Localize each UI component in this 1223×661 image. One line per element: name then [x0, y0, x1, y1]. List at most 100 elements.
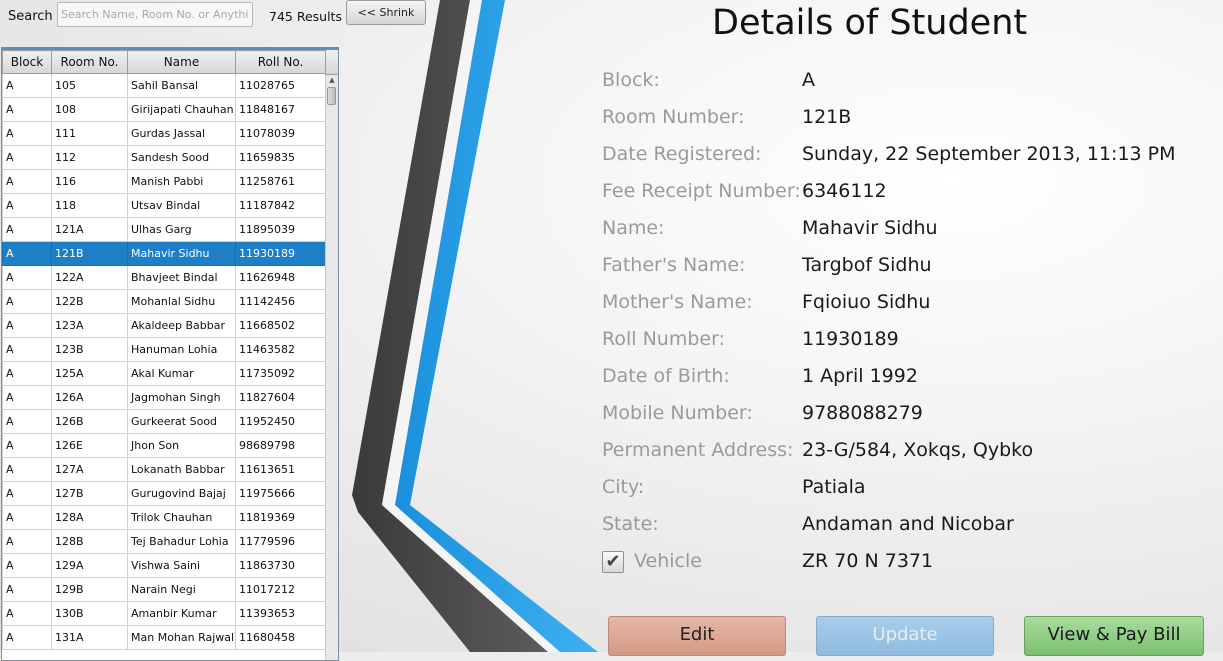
- table-row[interactable]: A 126B Gurkeerat Sood 11952450: [2, 409, 326, 434]
- table-row[interactable]: A 118 Utsav Bindal 11187842: [2, 193, 326, 218]
- column-header-room[interactable]: Room No.: [51, 50, 128, 74]
- cell-room: 122B: [51, 289, 128, 314]
- scroll-up-icon[interactable]: ▲: [326, 75, 338, 85]
- cell-name: Tej Bahadur Lohia: [127, 529, 236, 554]
- column-header-name[interactable]: Name: [127, 50, 236, 74]
- vehicle-checkbox[interactable]: ✔: [602, 551, 624, 573]
- table-row[interactable]: A 121B Mahavir Sidhu 11930189: [2, 241, 326, 266]
- detail-label: Father's Name:: [602, 254, 746, 276]
- cell-room: 111: [51, 121, 128, 146]
- cell-block: A: [2, 625, 52, 650]
- detail-value: 6346112: [802, 180, 887, 202]
- cell-name: Ulhas Garg: [127, 217, 236, 242]
- detail-value: Targbof Sidhu: [802, 254, 932, 276]
- search-label: Search: [8, 9, 53, 24]
- cell-roll: 11779596: [235, 529, 326, 554]
- cell-name: Jagmohan Singh: [127, 385, 236, 410]
- detail-value: Andaman and Nicobar: [802, 513, 1014, 535]
- cell-room: 123B: [51, 337, 128, 362]
- cell-room: 122A: [51, 265, 128, 290]
- cell-roll: 11017212: [235, 577, 326, 602]
- edit-button[interactable]: Edit: [608, 616, 786, 656]
- cell-roll: 11735092: [235, 361, 326, 386]
- cell-name: Mahavir Sidhu: [127, 241, 236, 266]
- cell-block: A: [2, 361, 52, 386]
- cell-name: Bhavjeet Bindal: [127, 265, 236, 290]
- table-row[interactable]: A 126E Jhon Son 98689798: [2, 433, 326, 458]
- table-row[interactable]: A 111 Gurdas Jassal 11078039: [2, 121, 326, 146]
- cell-room: 131A: [51, 625, 128, 650]
- table-row[interactable]: A 131A Man Mohan Rajwal 11680458: [2, 625, 326, 650]
- table-row[interactable]: A 130B Amanbir Kumar 11393653: [2, 601, 326, 626]
- detail-label: Date of Birth:: [602, 365, 730, 387]
- table-header-row: Block Room No. Name Roll No.: [2, 50, 326, 74]
- cell-roll: 11463582: [235, 337, 326, 362]
- detail-label: Block:: [602, 69, 660, 91]
- cell-roll: 11895039: [235, 217, 326, 242]
- scrollbar-corner: [325, 50, 338, 75]
- cell-block: A: [2, 313, 52, 338]
- cell-roll: 11659835: [235, 145, 326, 170]
- table-row[interactable]: A 123B Hanuman Lohia 11463582: [2, 337, 326, 362]
- table-row[interactable]: A 122B Mohanlal Sidhu 11142456: [2, 289, 326, 314]
- cell-roll: 11258761: [235, 169, 326, 194]
- table-row[interactable]: A 112 Sandesh Sood 11659835: [2, 145, 326, 170]
- cell-block: A: [2, 553, 52, 578]
- table-row[interactable]: A 129A Vishwa Saini 11863730: [2, 553, 326, 578]
- table-row[interactable]: A 127B Gurugovind Bajaj 11975666: [2, 481, 326, 506]
- detail-value: 23-G/584, Xokqs, Qybko: [802, 439, 1034, 461]
- table-row[interactable]: A 108 Girijapati Chauhan 11848167: [2, 97, 326, 122]
- table-row[interactable]: A 105 Sahil Bansal 11028765: [2, 73, 326, 98]
- table-row[interactable]: A 125A Akal Kumar 11735092: [2, 361, 326, 386]
- table-row[interactable]: A 128B Tej Bahadur Lohia 11779596: [2, 529, 326, 554]
- cell-block: A: [2, 217, 52, 242]
- cell-name: Narain Negi: [127, 577, 236, 602]
- cell-block: A: [2, 457, 52, 482]
- cell-room: 108: [51, 97, 128, 122]
- shrink-button[interactable]: << Shrink: [346, 0, 426, 25]
- cell-roll: 11078039: [235, 121, 326, 146]
- view-pay-bill-button[interactable]: View & Pay Bill: [1024, 616, 1204, 656]
- table-row[interactable]: A 129B Narain Negi 11017212: [2, 577, 326, 602]
- table-row[interactable]: A 121A Ulhas Garg 11895039: [2, 217, 326, 242]
- column-header-roll[interactable]: Roll No.: [235, 50, 326, 74]
- cell-room: 116: [51, 169, 128, 194]
- cell-block: A: [2, 577, 52, 602]
- cell-name: Trilok Chauhan: [127, 505, 236, 530]
- cell-name: Man Mohan Rajwal: [127, 625, 236, 650]
- detail-label: Mobile Number:: [602, 402, 753, 424]
- cell-roll: 98689798: [235, 433, 326, 458]
- scroll-thumb[interactable]: [327, 87, 336, 105]
- detail-value: 121B: [802, 106, 852, 128]
- update-button[interactable]: Update: [816, 616, 994, 656]
- table-row[interactable]: A 128A Trilok Chauhan 11819369: [2, 505, 326, 530]
- table-row[interactable]: A 126A Jagmohan Singh 11827604: [2, 385, 326, 410]
- cell-roll: 11668502: [235, 313, 326, 338]
- student-table-panel: Block Room No. Name Roll No. A 105 Sahil B…: [1, 47, 339, 661]
- cell-block: A: [2, 241, 52, 266]
- cell-roll: 11848167: [235, 97, 326, 122]
- cell-roll: 11680458: [235, 625, 326, 650]
- cell-block: A: [2, 121, 52, 146]
- table-row[interactable]: A 116 Manish Pabbi 11258761: [2, 169, 326, 194]
- cell-name: Gurkeerat Sood: [127, 409, 236, 434]
- cell-name: Jhon Son: [127, 433, 236, 458]
- table-body: A 105 Sahil Bansal 11028765 A 108 Girijapati C…: [2, 73, 326, 650]
- cell-roll: 11827604: [235, 385, 326, 410]
- cell-room: 128A: [51, 505, 128, 530]
- cell-room: 121B: [51, 241, 128, 266]
- cell-block: A: [2, 193, 52, 218]
- cell-name: Sandesh Sood: [127, 145, 236, 170]
- cell-room: 121A: [51, 217, 128, 242]
- table-row[interactable]: A 123A Akaldeep Babbar 11668502: [2, 313, 326, 338]
- cell-room: 129B: [51, 577, 128, 602]
- table-row[interactable]: A 127A Lokanath Babbar 11613651: [2, 457, 326, 482]
- table-row[interactable]: A 122A Bhavjeet Bindal 11626948: [2, 265, 326, 290]
- table-scrollbar[interactable]: ▲: [325, 75, 338, 660]
- search-input[interactable]: [57, 2, 253, 27]
- cell-roll: 11975666: [235, 481, 326, 506]
- column-header-block[interactable]: Block: [2, 50, 52, 74]
- detail-value: Mahavir Sidhu: [802, 217, 938, 239]
- cell-roll: 11613651: [235, 457, 326, 482]
- cell-name: Manish Pabbi: [127, 169, 236, 194]
